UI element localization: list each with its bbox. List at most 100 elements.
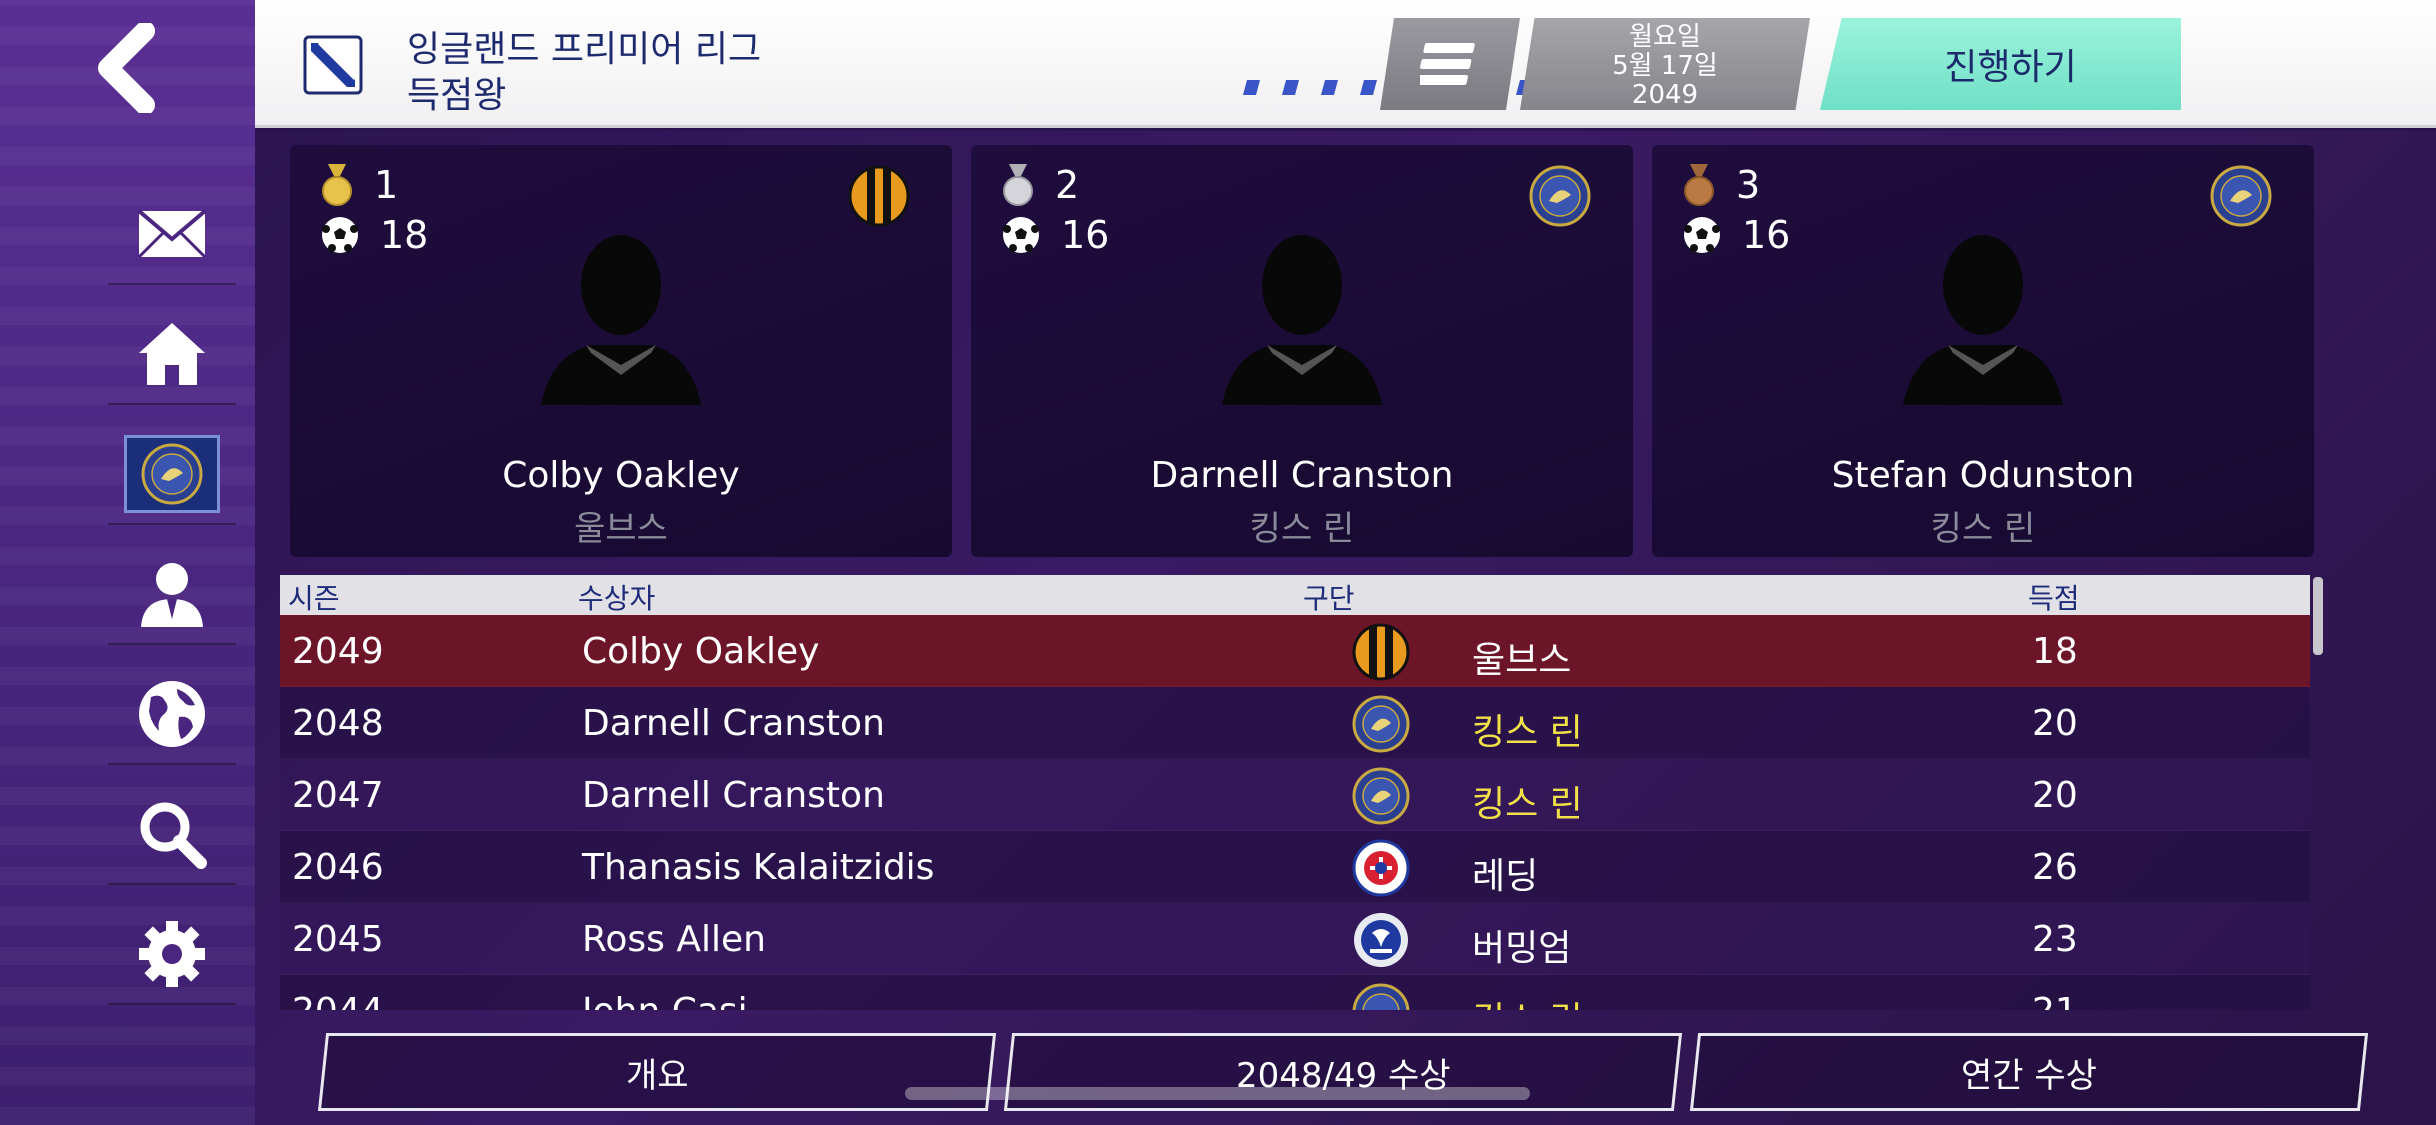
page-dot xyxy=(1320,80,1339,95)
back-button[interactable] xyxy=(80,20,170,115)
table-row[interactable]: 2047 Darnell Cranston 킹스 린 20 xyxy=(280,759,2310,831)
date-day: 5월 17일 xyxy=(1612,51,1718,81)
page-dot xyxy=(1359,80,1378,95)
club-cell[interactable]: 버밍엄 xyxy=(1472,919,1571,971)
mail-icon xyxy=(137,209,207,259)
winner-card-3[interactable]: 3 16 Stefan Odunston 킹스 린 xyxy=(1652,145,2314,557)
birmingham-badge-icon xyxy=(1354,913,1408,967)
home-icon xyxy=(139,323,205,385)
season-cell: 2046 xyxy=(292,847,384,888)
header-goals[interactable]: 득점 xyxy=(2028,577,2080,617)
chevron-left-icon xyxy=(98,22,155,113)
sidebar-item-home[interactable] xyxy=(108,305,236,405)
club-cell[interactable]: 울브스 xyxy=(1472,631,1571,683)
menu-icon xyxy=(1420,43,1475,85)
goals-cell: 20 xyxy=(2032,703,2078,744)
date-year: 2049 xyxy=(1631,80,1699,110)
medal-row: 2 xyxy=(1001,163,1079,207)
sidebar-item-inbox[interactable] xyxy=(108,185,236,285)
header-winner[interactable]: 수상자 xyxy=(578,577,655,617)
club-cell[interactable]: 킹스 린 xyxy=(1472,991,1583,1010)
winner-cell[interactable]: Colby Oakley xyxy=(582,631,819,672)
tab-overview[interactable]: 개요 xyxy=(317,1033,997,1111)
table-row[interactable]: 2049 Colby Oakley 울브스 18 xyxy=(280,615,2310,687)
page-dot xyxy=(1281,80,1300,95)
goal-count: 16 xyxy=(1742,213,1791,257)
tab-annual-awards-label: 연간 수상 xyxy=(1961,1055,2097,1096)
goal-count: 16 xyxy=(1061,213,1110,257)
header-club[interactable]: 구단 xyxy=(1303,577,1355,617)
league-logo-icon xyxy=(303,35,363,95)
kings-lynn-badge-icon xyxy=(2210,165,2272,227)
goals-cell: 23 xyxy=(2032,919,2078,960)
awards-history-table[interactable]: 시즌 수상자 구단 득점 2049 Colby Oakley 울브스 18 20… xyxy=(280,575,2310,1010)
tab-annual-awards[interactable]: 연간 수상 xyxy=(1689,1033,2369,1111)
season-cell: 2049 xyxy=(292,631,384,672)
league-title: 잉글랜드 프리미어 리그 xyxy=(407,29,762,70)
wolves-badge-icon xyxy=(848,165,910,227)
wolves-badge-icon xyxy=(1352,623,1410,681)
club-badge-button xyxy=(124,435,220,513)
reading-badge-icon xyxy=(1352,839,1410,897)
club-cell[interactable]: 킹스 린 xyxy=(1472,775,1583,827)
winner-card-2[interactable]: 2 16 Darnell Cranston 킹스 린 xyxy=(971,145,1633,557)
sidebar xyxy=(0,0,255,1125)
table-row[interactable]: 2045 Ross Allen 버밍엄 23 xyxy=(280,903,2310,975)
silver-medal-icon xyxy=(1003,164,1033,206)
globe-icon xyxy=(139,681,205,747)
page-dot xyxy=(1242,80,1261,95)
player-silhouette-icon xyxy=(1222,235,1382,405)
football-icon xyxy=(1684,217,1720,253)
home-indicator[interactable] xyxy=(905,1087,1530,1100)
season-cell: 2047 xyxy=(292,775,384,816)
settings-icon xyxy=(139,921,205,987)
rank-number: 3 xyxy=(1736,163,1761,207)
table-header: 시즌 수상자 구단 득점 xyxy=(280,575,2310,615)
football-icon xyxy=(1003,217,1039,253)
sidebar-item-search[interactable] xyxy=(108,785,236,885)
table-row[interactable]: 2046 Thanasis Kalaitzidis 레딩 26 xyxy=(280,831,2310,903)
goals-row: 16 xyxy=(1682,213,1790,257)
kings-lynn-badge-icon xyxy=(1352,767,1410,825)
player-club: 킹스 린 xyxy=(1930,509,2036,549)
goals-cell: 20 xyxy=(2032,775,2078,816)
kings-lynn-badge-icon xyxy=(1529,165,1591,227)
winner-card-1[interactable]: 1 18 Colby Oakley 울브스 xyxy=(290,145,952,557)
header-season[interactable]: 시즌 xyxy=(288,577,340,617)
season-cell: 2045 xyxy=(292,919,384,960)
proceed-label: 진행하기 xyxy=(1944,47,2077,88)
gold-medal-icon xyxy=(322,164,352,206)
player-silhouette-icon xyxy=(541,235,701,405)
sidebar-item-settings[interactable] xyxy=(108,905,236,1005)
medal-row: 3 xyxy=(1682,163,1760,207)
sidebar-item-club[interactable] xyxy=(108,425,236,525)
winner-cell[interactable]: Thanasis Kalaitzidis xyxy=(582,847,934,888)
season-cell: 2044 xyxy=(292,991,384,1010)
table-row[interactable]: 2048 Darnell Cranston 킹스 린 20 xyxy=(280,687,2310,759)
club-cell[interactable]: 킹스 린 xyxy=(1472,703,1583,755)
goals-row: 16 xyxy=(1001,213,1109,257)
goals-cell: 26 xyxy=(2032,847,2078,888)
date-weekday: 월요일 xyxy=(1629,22,1701,52)
page-title: 득점왕 xyxy=(407,75,507,116)
player-club: 울브스 xyxy=(574,509,668,549)
date-display[interactable]: 월요일 5월 17일 2049 xyxy=(1520,18,1810,110)
winner-cell[interactable]: Ross Allen xyxy=(582,919,766,960)
goals-cell: 21 xyxy=(2032,991,2078,1010)
table-scrollbar[interactable] xyxy=(2313,577,2323,655)
player-name: Colby Oakley xyxy=(502,455,740,496)
goals-row: 18 xyxy=(320,213,428,257)
club-cell[interactable]: 레딩 xyxy=(1472,847,1538,899)
player-name: Stefan Odunston xyxy=(1831,455,2135,496)
person-icon xyxy=(141,563,203,627)
football-icon xyxy=(322,217,358,253)
tab-overview-label: 개요 xyxy=(625,1055,689,1096)
sidebar-item-world[interactable] xyxy=(108,665,236,765)
winner-cell[interactable]: John Casi xyxy=(582,991,748,1010)
menu-button[interactable] xyxy=(1380,18,1520,110)
proceed-button[interactable]: 진행하기 xyxy=(1820,18,2181,110)
winner-cell[interactable]: Darnell Cranston xyxy=(582,703,885,744)
table-row[interactable]: 2044 John Casi 킹스 린 21 xyxy=(280,975,2310,1010)
sidebar-item-manager[interactable] xyxy=(108,545,236,645)
winner-cell[interactable]: Darnell Cranston xyxy=(582,775,885,816)
